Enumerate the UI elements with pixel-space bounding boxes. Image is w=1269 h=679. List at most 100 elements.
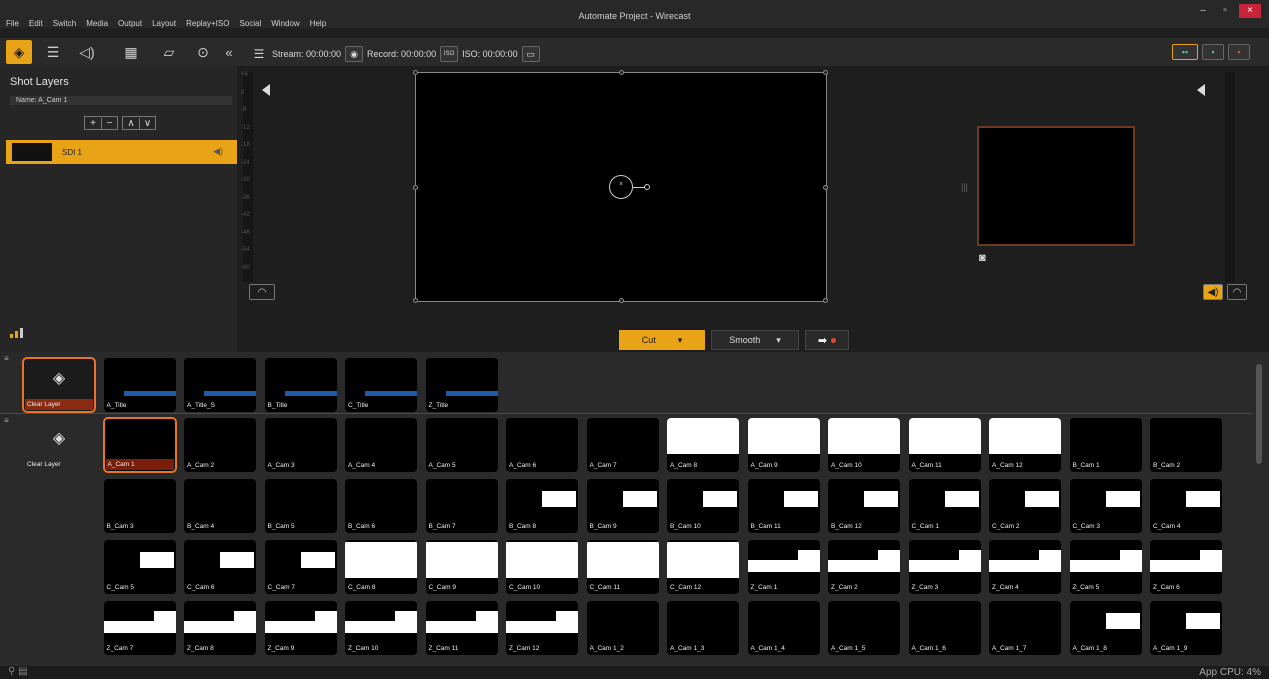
shot-thumbnail[interactable]: C_Cam 10 xyxy=(506,540,578,594)
shot-thumbnail[interactable]: Z_Cam 1 xyxy=(747,540,820,594)
resize-handle[interactable] xyxy=(413,298,418,303)
shot-thumbnail[interactable]: A_Cam 10 xyxy=(828,418,900,472)
preview-view-icon[interactable]: ▪ xyxy=(1202,44,1224,60)
iso-icon[interactable]: ISO xyxy=(440,46,459,62)
shot-thumbnail[interactable]: A_Cam 1_4 xyxy=(747,601,820,655)
shot-thumbnail[interactable]: Z_Cam 9 xyxy=(264,601,337,655)
preview-volume-handle[interactable] xyxy=(262,84,270,96)
shot-thumbnail[interactable]: A_Title_S xyxy=(184,358,256,412)
cut-button[interactable]: Cut ▾ xyxy=(619,330,705,350)
menu-window[interactable]: Window xyxy=(271,19,299,28)
menu-replay-iso[interactable]: Replay+ISO xyxy=(186,19,229,28)
shot-thumbnail[interactable]: A_Title xyxy=(103,358,176,412)
resize-handle[interactable] xyxy=(823,70,828,75)
shot-thumbnail[interactable]: C_Cam 9 xyxy=(425,540,498,594)
shot-thumbnail[interactable]: B_Cam 11 xyxy=(747,479,820,533)
more-icon[interactable]: ⊙ xyxy=(190,40,216,64)
shot-thumbnail[interactable]: A_Cam 9 xyxy=(747,418,820,472)
shot-thumbnail[interactable]: Z_Cam 8 xyxy=(184,601,256,655)
smooth-button[interactable]: Smooth ▾ xyxy=(711,330,799,350)
record-icon[interactable]: ◉ xyxy=(345,46,364,62)
dual-view-icon[interactable]: ▪▪ xyxy=(1172,44,1198,60)
menu-media[interactable]: Media xyxy=(86,19,108,28)
chevron-down-icon[interactable]: ▾ xyxy=(776,335,781,346)
speaker-icon[interactable]: ◀) xyxy=(213,146,223,157)
shot-thumbnail[interactable]: A_Cam 5 xyxy=(425,418,498,472)
shot-thumbnail[interactable]: B_Cam 1 xyxy=(1069,418,1142,472)
shot-thumbnail[interactable]: C_Cam 5 xyxy=(103,540,176,594)
rotation-handle-icon[interactable]: × xyxy=(609,175,650,199)
shot-thumbnail[interactable]: C_Cam 3 xyxy=(1069,479,1142,533)
shot-thumbnail[interactable]: A_Cam 1_7 xyxy=(989,601,1061,655)
shot-thumbnail[interactable]: A_Cam 12 xyxy=(989,418,1061,472)
shot-thumbnail[interactable]: A_Cam 1_8 xyxy=(1069,601,1142,655)
move-up-button[interactable]: ∧ xyxy=(123,118,139,129)
shot-thumbnail[interactable]: C_Cam 8 xyxy=(345,540,417,594)
resize-handle[interactable] xyxy=(823,298,828,303)
close-button[interactable]: × xyxy=(1239,4,1261,18)
menu-output[interactable]: Output xyxy=(118,19,142,28)
shot-thumbnail[interactable]: C_Title xyxy=(345,358,417,412)
shot-thumbnail[interactable]: Z_Cam 4 xyxy=(989,540,1061,594)
shot-thumbnail[interactable]: Z_Cam 3 xyxy=(908,540,981,594)
resize-handle[interactable] xyxy=(619,70,624,75)
chevron-down-icon[interactable]: ▾ xyxy=(678,335,683,346)
shot-thumbnail[interactable]: A_Cam 4 xyxy=(345,418,417,472)
live-view-icon[interactable]: ▪ xyxy=(1228,44,1250,60)
shot-thumbnail[interactable]: C_Cam 2 xyxy=(989,479,1061,533)
shot-thumbnail[interactable]: Z_Cam 7 xyxy=(103,601,176,655)
preview-canvas[interactable]: × xyxy=(413,70,828,303)
add-layer-button[interactable]: + xyxy=(85,118,101,129)
shot-thumbnail[interactable]: Z_Cam 12 xyxy=(506,601,578,655)
minimize-button[interactable]: – xyxy=(1192,4,1214,18)
shot-thumbnail[interactable]: B_Cam 10 xyxy=(667,479,739,533)
resize-handle[interactable] xyxy=(823,185,828,190)
shot-thumbnail[interactable]: B_Cam 7 xyxy=(425,479,498,533)
go-button[interactable]: ➡ xyxy=(805,330,849,350)
clear-layer-shot[interactable]: ◈ Clear Layer xyxy=(22,357,96,413)
collapse-icon[interactable]: « xyxy=(216,40,242,64)
shot-thumbnail[interactable]: Z_Title xyxy=(425,358,498,412)
shot-thumbnail[interactable]: Z_Cam 5 xyxy=(1069,540,1142,594)
shot-list-scrollbar[interactable] xyxy=(1254,352,1264,664)
drag-handle-icon[interactable]: ≡ xyxy=(4,354,9,363)
shot-thumbnail[interactable]: B_Cam 2 xyxy=(1150,418,1222,472)
layers-icon[interactable]: ◈ xyxy=(6,40,32,64)
shot-thumbnail[interactable]: A_Cam 7 xyxy=(586,418,659,472)
display-icon[interactable]: ▭ xyxy=(521,46,540,62)
snapshot-icon[interactable]: ◙ xyxy=(979,252,986,264)
shot-thumbnail[interactable]: A_Cam 8 xyxy=(667,418,739,472)
shot-thumbnail[interactable]: B_Cam 4 xyxy=(184,479,256,533)
mixer-icon[interactable]: ☰ xyxy=(40,40,66,64)
shot-thumbnail[interactable]: B_Cam 5 xyxy=(264,479,337,533)
shot-thumbnail[interactable]: A_Cam 1_2 xyxy=(586,601,659,655)
shot-thumbnail[interactable]: A_Cam 3 xyxy=(264,418,337,472)
drag-handle-icon[interactable]: ≡ xyxy=(4,416,9,425)
preview-gauge-icon[interactable]: ◠ xyxy=(249,284,275,300)
shot-thumbnail[interactable]: Z_Cam 6 xyxy=(1150,540,1222,594)
shot-thumbnail[interactable]: B_Cam 12 xyxy=(828,479,900,533)
shot-thumbnail[interactable]: B_Title xyxy=(264,358,337,412)
shot-thumbnail[interactable]: C_Cam 11 xyxy=(586,540,659,594)
live-speaker-icon[interactable]: ◀) xyxy=(1203,284,1223,300)
stream-icon[interactable]: ☰ xyxy=(250,46,268,62)
move-down-button[interactable]: ∨ xyxy=(139,117,155,129)
shot-thumbnail[interactable]: B_Cam 6 xyxy=(345,479,417,533)
live-volume-handle[interactable] xyxy=(1197,84,1205,96)
shot-thumbnail[interactable]: Z_Cam 10 xyxy=(345,601,417,655)
menu-help[interactable]: Help xyxy=(310,19,326,28)
chat-icon[interactable]: ⚲ ▤ xyxy=(8,666,28,677)
maximize-button[interactable]: ▫ xyxy=(1214,4,1236,18)
resize-handle[interactable] xyxy=(413,70,418,75)
shot-name-field[interactable]: Name: A_Cam 1 xyxy=(10,96,232,105)
shot-thumbnail[interactable]: A_Cam 1_3 xyxy=(667,601,739,655)
resize-handle[interactable] xyxy=(413,185,418,190)
shot-thumbnail[interactable]: C_Cam 7 xyxy=(264,540,337,594)
shot-thumbnail[interactable]: A_Cam 6 xyxy=(506,418,578,472)
shot-thumbnail[interactable]: C_Cam 12 xyxy=(667,540,739,594)
layer-row[interactable]: SDI 1 ◀) xyxy=(6,140,237,164)
shot-thumbnail[interactable]: B_Cam 9 xyxy=(586,479,659,533)
shot-thumbnail[interactable]: A_Cam 1_5 xyxy=(828,601,900,655)
splitter-handle[interactable]: ||| xyxy=(961,182,968,192)
shot-thumbnail[interactable]: Z_Cam 11 xyxy=(425,601,498,655)
